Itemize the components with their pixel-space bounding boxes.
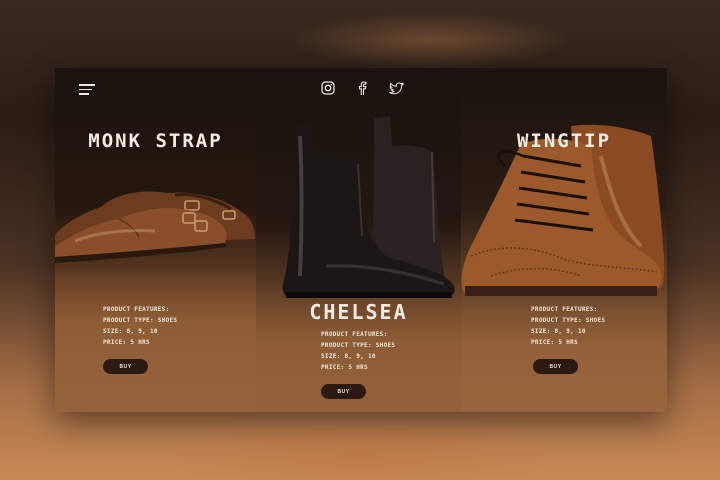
product-card-wingtip: WINGTIP PRODUCT FEATURES: PRODUCT TYPE: … (461, 68, 667, 412)
page-frame: MONK STRAP PRODUCT FEATURES: PRODUCT TYP… (55, 68, 667, 412)
buy-button[interactable]: BUY (103, 359, 148, 374)
product-features-label: PRODUCT FEATURES: (103, 306, 170, 313)
monk-strap-shoe-image (55, 191, 255, 263)
product-type: PRODUCT TYPE: SHOES (103, 317, 178, 324)
product-size: SIZE: 8, 9, 10 (531, 328, 586, 335)
product-title: CHELSEA (309, 300, 408, 324)
product-type: PRODUCT TYPE: SHOES (531, 317, 606, 324)
top-bar (55, 68, 667, 108)
chelsea-boot-image (282, 116, 455, 298)
product-info: PRODUCT FEATURES: PRODUCT TYPE: SHOES SI… (103, 304, 177, 348)
product-features-label: PRODUCT FEATURES: (321, 331, 388, 338)
instagram-icon[interactable] (319, 79, 337, 97)
product-title: WINGTIP (516, 130, 612, 152)
product-price: PRICE: 5 HRS (103, 339, 150, 346)
social-links (319, 79, 405, 97)
product-type: PRODUCT TYPE: SHOES (321, 342, 396, 349)
product-size: SIZE: 8, 9, 10 (321, 353, 376, 360)
product-card-chelsea: CHELSEA PRODUCT FEATURES: PRODUCT TYPE: … (256, 68, 461, 412)
buy-button[interactable]: BUY (533, 359, 578, 374)
product-info: PRODUCT FEATURES: PRODUCT TYPE: SHOES SI… (531, 304, 605, 348)
product-info: PRODUCT FEATURES: PRODUCT TYPE: SHOES SI… (321, 329, 395, 373)
product-features-label: PRODUCT FEATURES: (531, 306, 598, 313)
buy-button[interactable]: BUY (321, 384, 366, 399)
twitter-icon[interactable] (387, 79, 405, 97)
product-size: SIZE: 8, 9, 10 (103, 328, 158, 335)
product-card-monk-strap: MONK STRAP PRODUCT FEATURES: PRODUCT TYP… (55, 68, 256, 412)
product-title: MONK STRAP (88, 130, 223, 152)
product-price: PRICE: 5 HRS (321, 364, 368, 371)
product-price: PRICE: 5 HRS (531, 339, 578, 346)
facebook-icon[interactable] (353, 79, 371, 97)
hamburger-menu-icon[interactable] (79, 84, 95, 95)
